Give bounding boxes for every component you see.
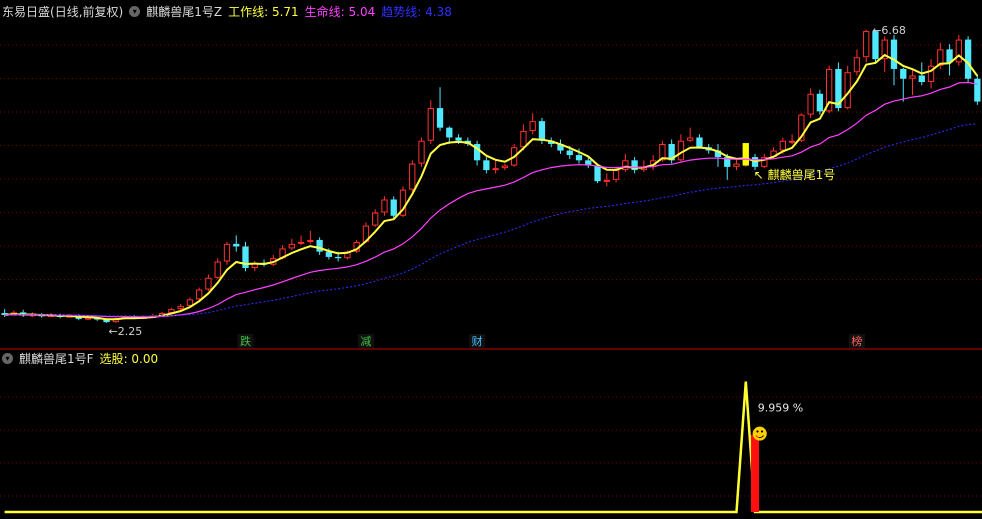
select-stock-value: 选股: 0.00 [99,351,159,366]
candle-body-down [233,243,240,247]
candle-body-up [501,165,509,169]
signal-bar [751,434,760,512]
candle-body-up [853,57,861,73]
main-panel-header: 东易日盛 (日线,前复权) ▾ 麒麟兽尾1号Z 工作线: 5.71 生命线: 5… [2,2,452,20]
work-line-legend: 工作线: 5.71 [228,4,299,19]
candle-body-up [603,179,610,182]
candle-body-down [316,239,323,252]
event-marker: 榜 [851,334,862,348]
candle-body-down [436,108,444,128]
period-label: (日线,前复权) [50,4,124,19]
candle-body-up [687,137,694,141]
peak-percent-label: 9.959 % [758,402,803,415]
chart-annotations: ←6.68 ←2.25 ↖ 麒麟兽尾1号跌 减 财 榜 [109,24,906,348]
candle-body-up [612,170,620,180]
candle-body-down [900,68,907,79]
event-marker: 财 [472,334,483,348]
candle-body-up [381,199,388,213]
candle-body-up [177,305,184,310]
candle-body-down [390,199,397,216]
candle-body-down [964,39,972,79]
candle-body-up [84,317,92,320]
indicator-name[interactable]: 麒麟兽尾1号Z [146,3,222,20]
candle-body-down [816,93,824,112]
life-line-legend: 生命线: 5.04 [304,4,376,19]
candle-body-down [594,165,601,182]
candle-body-down [696,137,703,148]
trend-line [4,123,978,317]
candle-body-down [918,75,925,82]
candle-body-up [409,163,416,190]
life-line [4,81,978,318]
sub-indicator-panel: 9.959 % ☻ [4,381,982,514]
candle-body-up [372,212,379,226]
candle-body-down [974,78,981,102]
chevron-down-icon[interactable]: ▾ [2,352,13,364]
candle-body-up [288,243,295,249]
candle-body-down [446,127,453,138]
candle-body-up [677,140,685,161]
candle-body-up [788,140,796,143]
signal-label: ↖ 麒麟兽尾1号 [754,167,836,182]
trend-line-legend: 趋势线: 4.38 [381,4,452,19]
grid-lines [0,44,982,497]
candle-body-up [223,243,231,262]
candle-body-down [890,39,898,69]
candle-body-down [538,121,546,141]
candle-body-up [418,140,425,164]
candle-body-down [566,150,573,156]
candle-body-up [520,130,527,148]
candle-body-up [427,108,434,141]
candle-body-down [334,256,342,259]
chart-canvas: ←6.68 ←2.25 ↖ 麒麟兽尾1号跌 减 财 榜 9.959 % ☻ [0,24,982,514]
stock-name: 东易日盛 [2,4,51,19]
event-marker: 减 [360,335,371,348]
signal-candle [742,143,749,166]
candle-body-up [733,163,740,167]
candle-body-down [455,137,462,141]
candle-body-up [529,121,536,131]
event-marker: 跌 [240,334,251,348]
candle-body-up [492,168,499,171]
smiley-icon: ☻ [751,425,768,444]
low-price-label: ←2.25 [109,325,143,338]
candle-body-up [307,239,314,242]
candle-body-up [214,261,221,278]
candle-body-up [205,277,212,290]
candle-body-up [909,75,916,79]
candle-body-up [955,39,962,63]
candle-body-up [186,299,194,306]
candle-body-down [575,155,583,161]
sub-panel-header: ▾ 麒麟兽尾1号F 选股: 0.00 [2,349,158,367]
select-stock-line [4,381,982,514]
candle-body-up [779,140,786,151]
candle-body-up [297,241,305,244]
candle-body-up [807,93,814,115]
high-price-label: ←6.68 [872,24,906,37]
chevron-down-icon[interactable]: ▾ [129,5,141,17]
candle-body-down [483,160,490,171]
candle-body-up [863,31,870,58]
sub-indicator-name[interactable]: 麒麟兽尾1号F [19,350,94,367]
candle-body-up [196,289,203,300]
